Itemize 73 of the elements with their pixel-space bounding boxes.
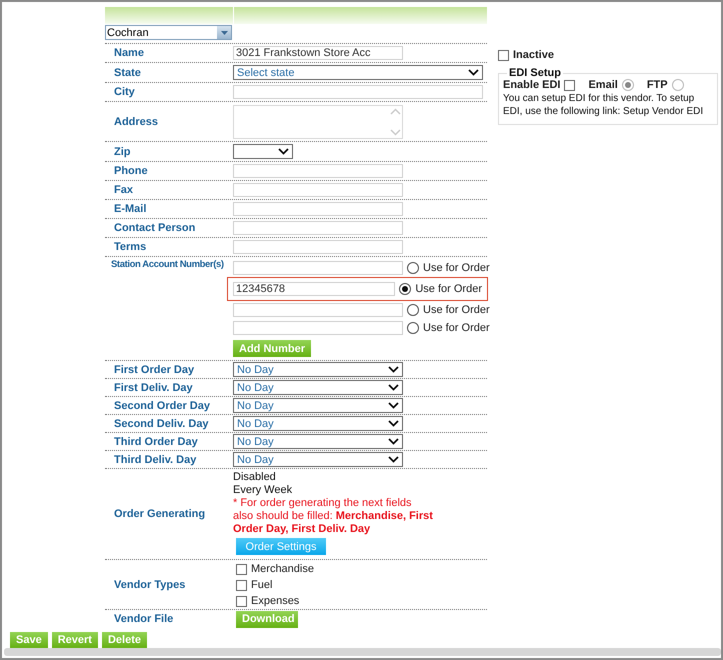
use-for-order-radio[interactable]: Use for Order <box>407 304 490 316</box>
chevron-down-icon <box>388 366 399 373</box>
account-number-field[interactable] <box>233 303 403 317</box>
field-label: Vendor File <box>113 613 174 625</box>
use-for-order-radio[interactable]: Use for Order <box>407 322 490 334</box>
text-field[interactable]: 3021 Frankstown Store Acc <box>233 46 403 60</box>
text-field[interactable] <box>233 183 403 197</box>
field-label: E-Mail <box>113 203 148 215</box>
field-label: Phone <box>113 165 149 177</box>
select-value: No Day <box>237 436 274 448</box>
day-select[interactable]: No Day <box>233 416 403 431</box>
edi-info-text: You can setup EDI for this vendor. To setup EDI, use the following link: Setup Vendor EDI <box>503 92 704 118</box>
field-label: Second Order Day <box>113 400 211 412</box>
field-label: Address <box>113 116 160 128</box>
day-select[interactable]: No Day <box>233 398 403 413</box>
vendor-type-checkbox[interactable]: Fuel <box>236 579 272 591</box>
select-value: No Day <box>237 418 274 430</box>
vendor-combobox[interactable]: Cochran <box>105 25 232 40</box>
select-value: No Day <box>237 382 274 394</box>
field-label: Third Order Day <box>113 436 199 448</box>
text-field[interactable] <box>233 221 403 235</box>
day-select[interactable]: No Day <box>233 452 403 467</box>
field-label: Second Deliv. Day <box>113 418 210 430</box>
textarea-field[interactable] <box>233 104 403 138</box>
field-label: Vendor Types <box>113 578 186 590</box>
status-text: Every Week <box>233 484 292 497</box>
field-label: Station Account Number(s) <box>110 258 225 270</box>
field-label: First Deliv. Day <box>113 382 194 394</box>
select-value: No Day <box>237 454 274 466</box>
field-label: Order Generating <box>113 508 206 520</box>
chevron-down-icon <box>388 402 399 409</box>
combobox-value: Cochran <box>107 26 149 38</box>
field-label: Contact Person <box>113 222 196 234</box>
select-value: No Day <box>237 364 274 376</box>
field-label: Zip <box>113 146 132 158</box>
field-label: City <box>113 86 136 98</box>
select-dropdown[interactable]: Select state <box>233 65 483 80</box>
chevron-down-icon <box>278 148 289 155</box>
chevron-down-icon <box>468 69 479 76</box>
use-for-order-radio[interactable]: Use for Order <box>407 262 490 274</box>
select-dropdown[interactable] <box>233 144 293 159</box>
field-label: First Order Day <box>113 364 196 376</box>
scroll-down-icon[interactable] <box>390 128 400 136</box>
day-select[interactable]: No Day <box>233 434 403 449</box>
select-value: Select state <box>237 66 294 78</box>
text-field[interactable] <box>233 240 403 254</box>
dropdown-arrow-icon[interactable] <box>220 30 228 34</box>
account-number-field[interactable] <box>233 261 403 275</box>
select-value: No Day <box>237 400 274 412</box>
text-field[interactable] <box>233 202 403 216</box>
chevron-down-icon <box>388 420 399 427</box>
text-field[interactable] <box>233 85 483 99</box>
day-select[interactable]: No Day <box>233 362 403 377</box>
use-for-order-radio[interactable]: Use for Order <box>399 283 482 295</box>
status-text: Disabled <box>233 471 276 484</box>
field-label: Third Deliv. Day <box>113 454 198 466</box>
chevron-down-icon <box>388 384 399 391</box>
enable-edi-checkbox[interactable]: Enable EDI <box>503 79 576 91</box>
field-label: Name <box>113 47 145 59</box>
chevron-down-icon <box>388 438 399 445</box>
account-number-field[interactable] <box>233 321 403 335</box>
vendor-type-checkbox[interactable]: Merchandise <box>236 563 314 575</box>
warning-note: * For order generating the next fields also should be filled: Merchandise, First Order Day, First Deliv. Day <box>233 497 433 536</box>
field-label: Terms <box>113 241 148 253</box>
field-label: Fax <box>113 184 134 196</box>
vendor-type-checkbox[interactable]: Expenses <box>236 595 300 607</box>
day-select[interactable]: No Day <box>233 380 403 395</box>
account-number-field[interactable]: 12345678 <box>233 282 396 296</box>
scroll-up-icon[interactable] <box>390 108 400 114</box>
field-label: State <box>113 66 142 78</box>
panel-title: EDI Setup <box>508 67 562 79</box>
text-field[interactable] <box>233 164 403 178</box>
chevron-down-icon <box>388 456 399 463</box>
